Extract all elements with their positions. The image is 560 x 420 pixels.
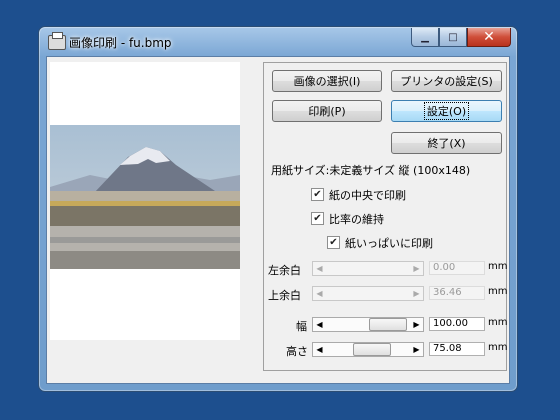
width-scroll-thumb[interactable] xyxy=(369,318,407,331)
height-scroll-thumb[interactable] xyxy=(353,343,391,356)
center-label: 紙の中央で印刷 xyxy=(329,189,406,202)
print-label: 印刷(P) xyxy=(308,105,346,118)
height-label: 高さ xyxy=(286,345,308,358)
height-value[interactable]: 75.08 xyxy=(429,342,485,356)
width-unit: mm xyxy=(488,317,508,328)
keep-ratio-checkbox[interactable]: ✔ xyxy=(311,212,324,225)
left-arrow-icon[interactable]: ◀ xyxy=(313,287,326,300)
left-arrow-icon[interactable]: ◀ xyxy=(313,262,326,275)
print-dialog-window: 画像印刷 - fu.bmp ▁ □ ✕ 画像の選択(I) プリンタの設定(S) … xyxy=(38,26,518,392)
settings-label: 設定(O) xyxy=(423,102,470,120)
right-arrow-icon[interactable]: ▶ xyxy=(410,287,423,300)
height-unit: mm xyxy=(488,342,508,353)
dialog-client-area: 画像の選択(I) プリンタの設定(S) 印刷(P) 設定(O) 終了(X) 用紙… xyxy=(46,56,510,384)
center-checkbox[interactable]: ✔ xyxy=(311,188,324,201)
left-margin-scrollbar[interactable]: ◀ ▶ xyxy=(312,261,424,276)
select-image-button[interactable]: 画像の選択(I) xyxy=(272,70,382,92)
fill-paper-label: 紙いっぱいに印刷 xyxy=(345,237,433,250)
printer-settings-button[interactable]: プリンタの設定(S) xyxy=(391,70,502,92)
printer-settings-label: プリンタの設定(S) xyxy=(400,75,493,88)
printer-icon xyxy=(48,32,66,50)
settings-panel: 画像の選択(I) プリンタの設定(S) 印刷(P) 設定(O) 終了(X) 用紙… xyxy=(263,62,507,371)
left-margin-value[interactable]: 0.00 xyxy=(429,261,485,275)
right-arrow-icon[interactable]: ▶ xyxy=(410,262,423,275)
right-arrow-icon[interactable]: ▶ xyxy=(410,318,423,331)
keep-ratio-label: 比率の維持 xyxy=(329,213,384,226)
left-margin-label: 左余白 xyxy=(268,264,301,277)
height-scrollbar[interactable]: ◀ ▶ xyxy=(312,342,424,357)
top-margin-unit: mm xyxy=(488,286,508,297)
exit-label: 終了(X) xyxy=(427,137,466,150)
mountain-image-preview xyxy=(50,125,240,269)
paper-size-info: 用紙サイズ:未定義サイズ 縦 (100x148) xyxy=(271,164,471,177)
caption-buttons: ▁ □ ✕ xyxy=(411,28,511,47)
fill-paper-checkbox[interactable]: ✔ xyxy=(327,236,340,249)
top-margin-value[interactable]: 36.46 xyxy=(429,286,485,300)
title-bar[interactable]: 画像印刷 - fu.bmp ▁ □ ✕ xyxy=(39,27,517,55)
width-scrollbar[interactable]: ◀ ▶ xyxy=(312,317,424,332)
left-margin-unit: mm xyxy=(488,261,508,272)
settings-button[interactable]: 設定(O) xyxy=(391,100,502,122)
minimize-button[interactable]: ▁ xyxy=(411,28,439,47)
exit-button[interactable]: 終了(X) xyxy=(391,132,502,154)
right-arrow-icon[interactable]: ▶ xyxy=(410,343,423,356)
select-image-label: 画像の選択(I) xyxy=(293,75,361,88)
width-value[interactable]: 100.00 xyxy=(429,317,485,331)
top-margin-label: 上余白 xyxy=(268,289,301,302)
top-margin-scrollbar[interactable]: ◀ ▶ xyxy=(312,286,424,301)
window-title: 画像印刷 - fu.bmp xyxy=(69,36,172,50)
close-button[interactable]: ✕ xyxy=(467,28,511,47)
left-arrow-icon[interactable]: ◀ xyxy=(313,318,326,331)
print-button[interactable]: 印刷(P) xyxy=(272,100,382,122)
maximize-button[interactable]: □ xyxy=(439,28,467,47)
left-arrow-icon[interactable]: ◀ xyxy=(313,343,326,356)
print-preview xyxy=(50,62,240,340)
width-label: 幅 xyxy=(296,320,307,333)
